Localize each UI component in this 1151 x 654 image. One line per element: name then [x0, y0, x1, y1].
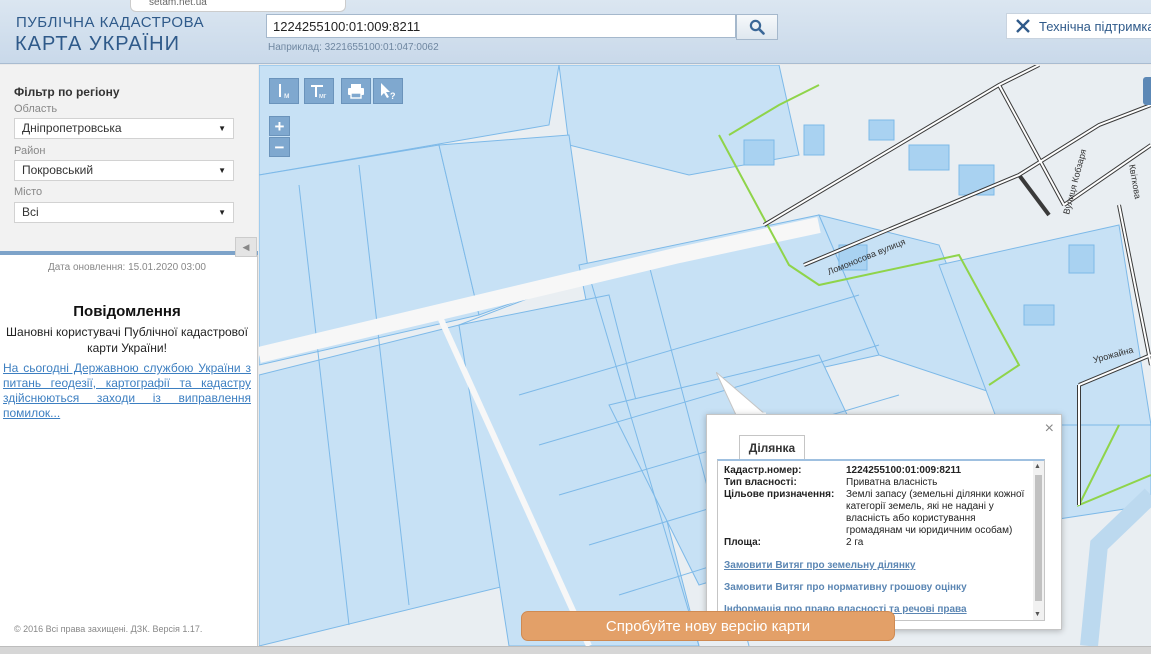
info-value: 2 га [846, 537, 864, 548]
info-row-ownership: Тип власності: Приватна власність [724, 477, 1044, 489]
district-label: Район [14, 145, 46, 157]
chevron-down-icon: ▼ [218, 208, 226, 217]
district-select-value: Покровський [22, 163, 94, 177]
info-key: Тип власності: [724, 477, 797, 488]
map-view[interactable]: Ломоносова вулиця Вулиця Кобзаря Квітков… [259, 65, 1151, 646]
info-value: Землі запасу (земельні ділянки кожної ка… [846, 489, 1025, 536]
tab-parcel[interactable]: Ділянка [739, 435, 805, 459]
chevron-left-icon: ◀ [242, 241, 250, 252]
chevron-down-icon: ▼ [218, 166, 226, 175]
cadastral-search-input[interactable] [266, 14, 736, 38]
area-ruler-icon: мг [311, 85, 327, 100]
update-date: Дата оновлення: 15.01.2020 03:00 [48, 262, 206, 273]
area-tool-button[interactable]: мг [304, 78, 334, 104]
logo-title-line1[interactable]: ПУБЛІЧНА КАДАСТРОВА [16, 14, 204, 31]
print-button[interactable] [341, 78, 371, 104]
ruler-icon: м [279, 84, 290, 100]
district-select[interactable]: Покровський ▼ [14, 160, 234, 181]
layers-panel-toggle[interactable] [1143, 77, 1151, 105]
info-row-area: Площа: 2 га [724, 537, 1044, 549]
tools-icon [1016, 19, 1030, 33]
notice-text: Шановні користувачі Публічної кадастрово… [6, 325, 248, 355]
info-key: Площа: [724, 537, 761, 548]
search-hint: Наприклад: 3221655100:01:047:0062 [268, 42, 439, 53]
zoom-in-button[interactable]: + [269, 116, 290, 136]
filter-title: Фільтр по регіону [14, 85, 120, 99]
popup-pointer [716, 372, 766, 416]
close-icon[interactable]: × [1045, 420, 1054, 438]
logo-title-line2[interactable]: КАРТА УКРАЇНИ [15, 33, 180, 56]
scale-tool-button[interactable]: м [269, 78, 299, 104]
info-row-cadastral: Кадастр.номер: 1224255100:01:009:8211 [724, 465, 1044, 477]
city-label: Місто [14, 186, 43, 198]
horizontal-scrollbar[interactable] [0, 646, 1151, 654]
parcel-info-popup: × Ділянка Кадастр.номер: 1224255100:01:00… [706, 414, 1062, 630]
search-icon [749, 19, 765, 35]
notice-link[interactable]: На сьогодні Державною службою України з … [3, 361, 251, 421]
try-new-version-button[interactable]: Спробуйте нову версію карти [521, 611, 895, 641]
scroll-thumb[interactable] [1035, 475, 1042, 601]
notice-title: Повідомлення [73, 303, 181, 320]
city-select-value: Всі [22, 205, 39, 219]
svg-text:?: ? [390, 91, 396, 100]
sidebar: Фільтр по регіону Область Дніпропетровсь… [0, 65, 258, 646]
region-select-value: Дніпропетровська [22, 121, 122, 135]
zoom-out-button[interactable]: − [269, 137, 290, 157]
header: setam.net.ua ПУБЛІЧНА КАДАСТРОВА КАРТА У… [0, 0, 1151, 64]
parcel-info-body: Кадастр.номер: 1224255100:01:009:8211 Тип… [717, 459, 1045, 621]
scroll-up-icon[interactable]: ▲ [1034, 463, 1041, 470]
info-value: 1224255100:01:009:8211 [846, 465, 962, 476]
footer-copyright: © 2016 Всі права захищені. ДЗК. Версія 1… [14, 624, 203, 634]
tech-support-label: Технічна підтримка [1039, 18, 1151, 34]
area-tool-label: мг [319, 93, 327, 100]
collapse-sidebar-button[interactable]: ◀ [235, 237, 257, 257]
info-key: Кадастр.номер: [724, 465, 802, 476]
region-filter-panel: Фільтр по регіону Область Дніпропетровсь… [0, 65, 258, 255]
city-select[interactable]: Всі ▼ [14, 202, 234, 223]
cursor-question-icon: ? [381, 83, 396, 100]
order-extract-link[interactable]: Замовити Витяг про земельну ділянку [724, 560, 1044, 571]
identify-button[interactable]: ? [373, 78, 403, 104]
search-button[interactable] [736, 14, 778, 40]
info-value: Приватна власність [846, 477, 938, 488]
order-valuation-link[interactable]: Замовити Витяг про нормативну грошову оц… [724, 582, 1044, 593]
region-label: Область [14, 103, 58, 115]
browser-popup-tip: setam.net.ua [130, 0, 346, 12]
info-key: Цільове призначення: [724, 489, 835, 500]
scroll-down-icon[interactable]: ▼ [1034, 611, 1041, 618]
info-row-purpose: Цільове призначення: Землі запасу (земель… [724, 489, 1044, 537]
scale-tool-label: м [284, 91, 290, 100]
region-select[interactable]: Дніпропетровська ▼ [14, 118, 234, 139]
print-icon [348, 84, 364, 99]
chevron-down-icon: ▼ [218, 124, 226, 133]
tech-support-button[interactable]: Технічна підтримка [1006, 13, 1151, 39]
popup-scrollbar[interactable]: ▲ ▼ [1033, 461, 1044, 620]
